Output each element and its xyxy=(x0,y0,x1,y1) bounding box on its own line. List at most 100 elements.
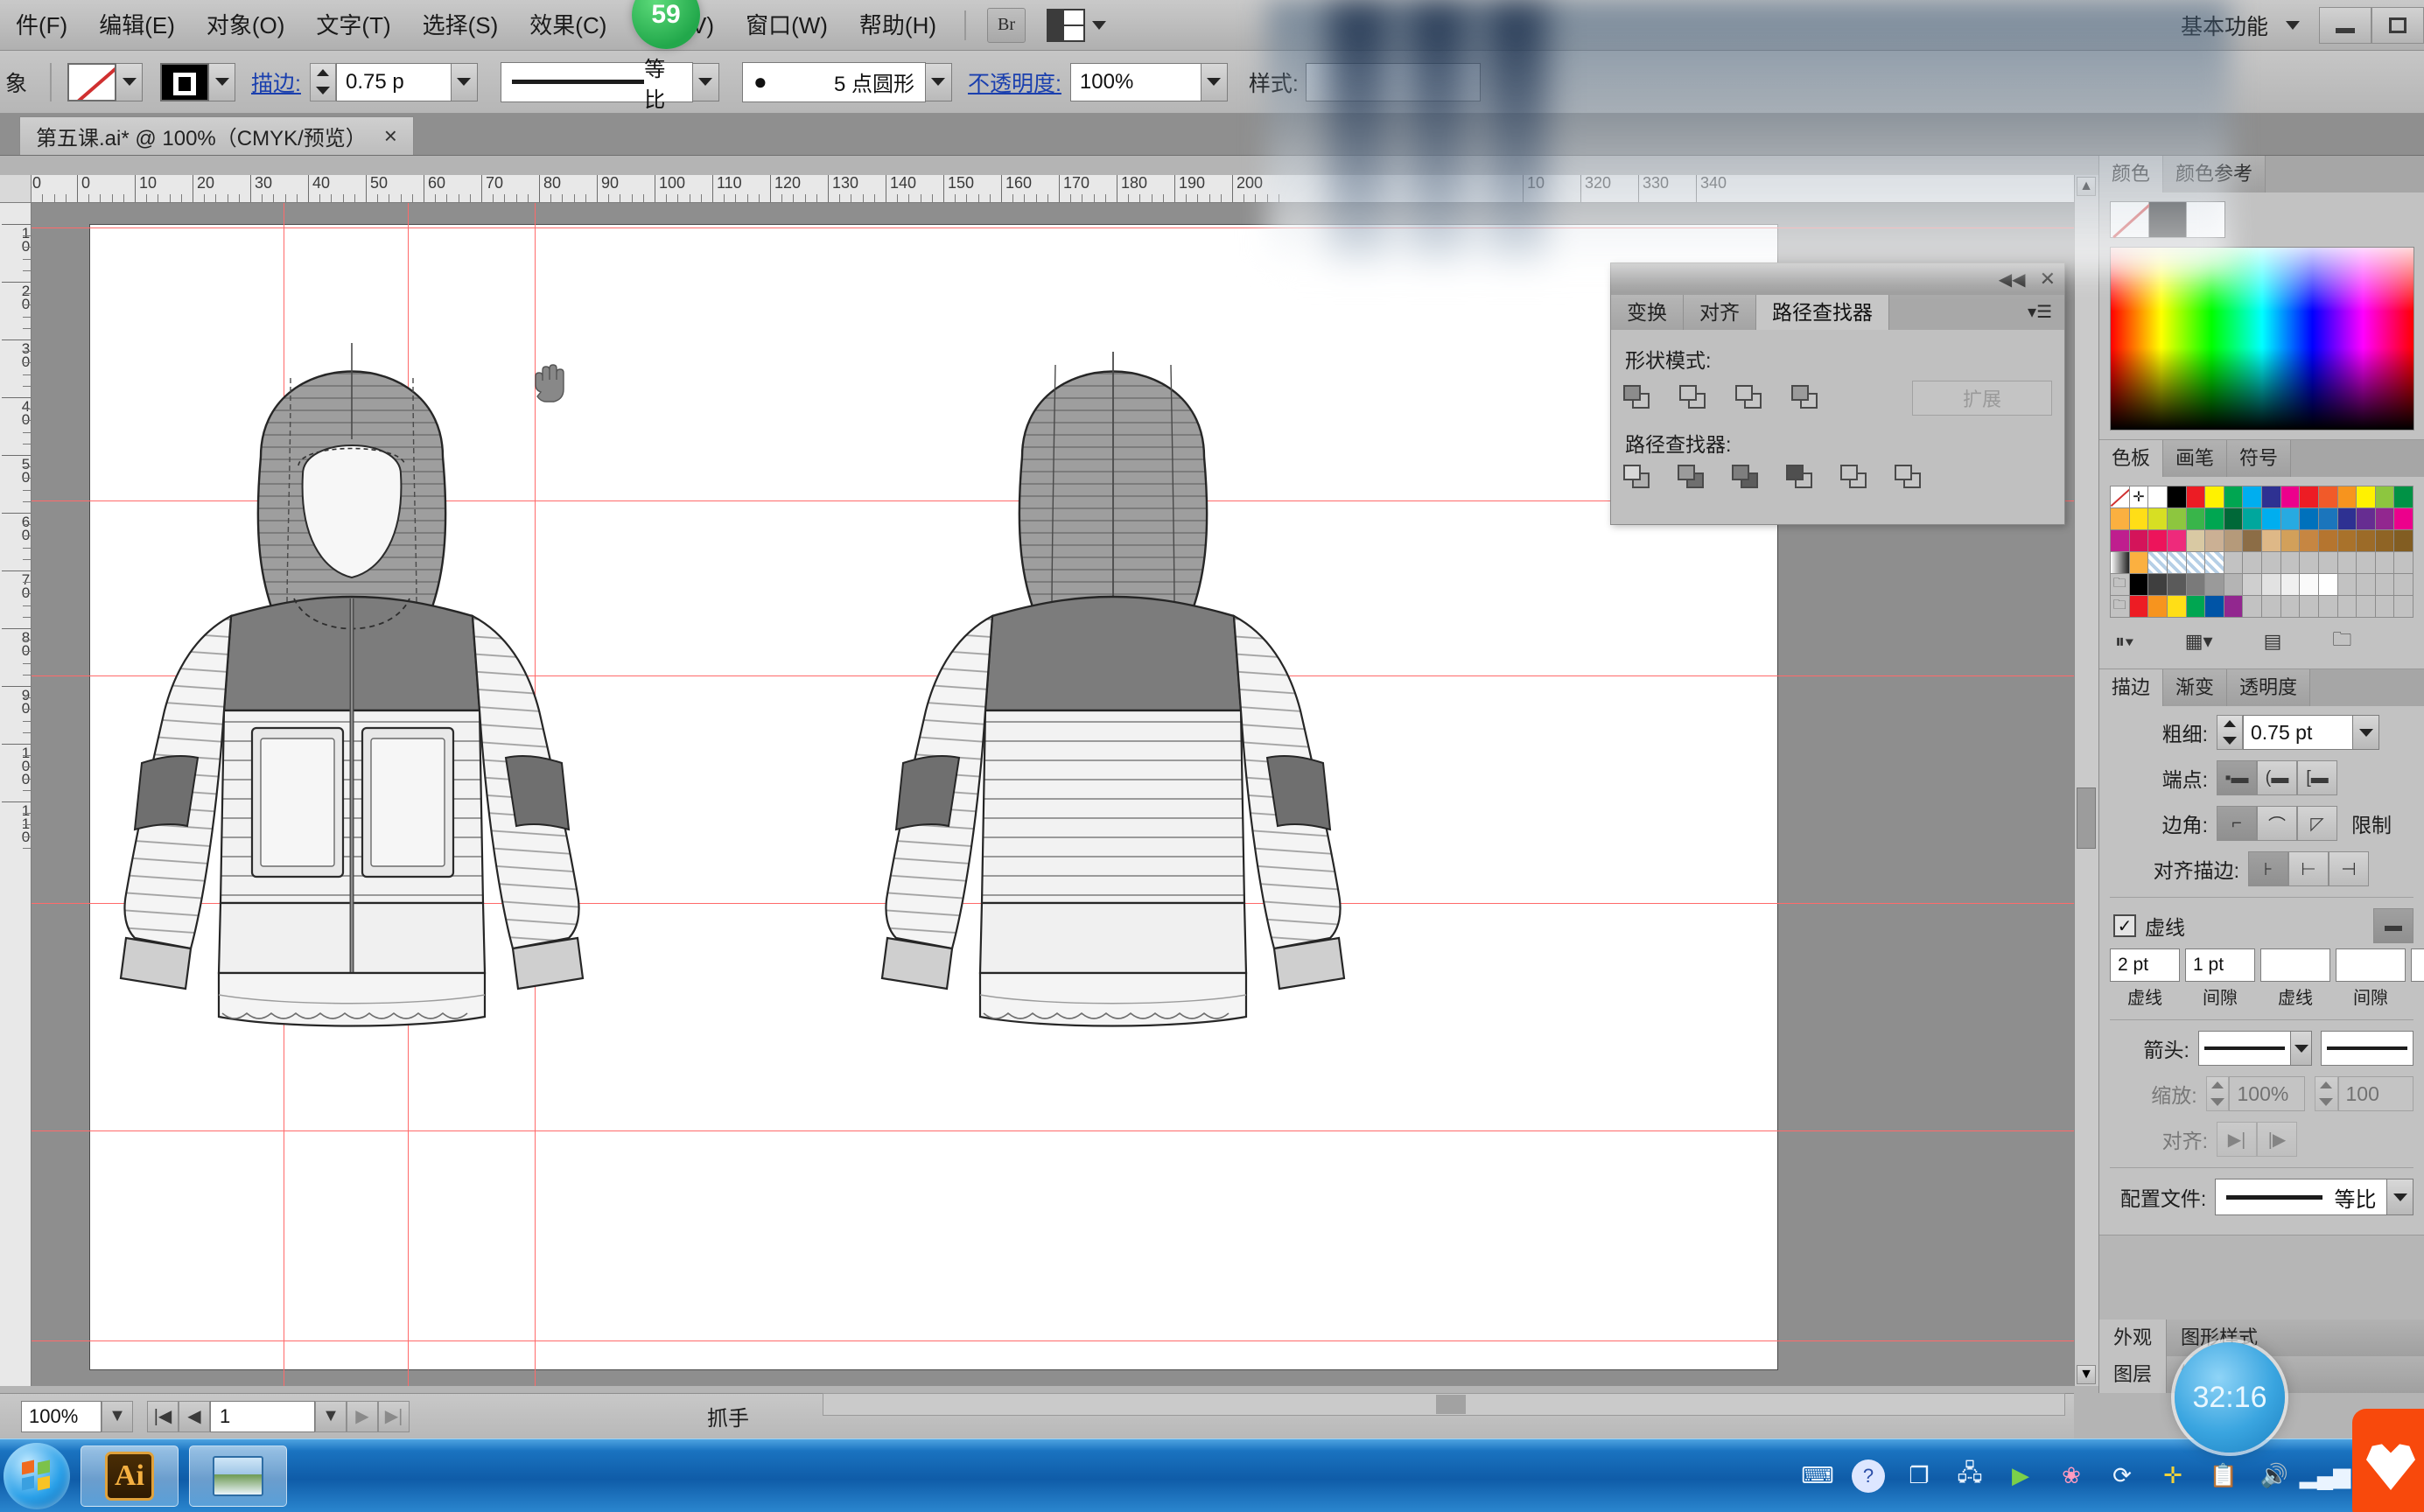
tab-stroke[interactable]: 描边 xyxy=(2099,669,2164,706)
arrow-scale-value-1[interactable]: 100% xyxy=(2229,1076,2305,1111)
opacity-input[interactable]: 100% xyxy=(1069,62,1201,102)
swatch-color[interactable] xyxy=(2357,596,2375,617)
exclude-icon[interactable] xyxy=(1791,385,1821,411)
horizontal-scroll-thumb[interactable] xyxy=(1436,1395,1466,1414)
swatch-pattern[interactable] xyxy=(2167,552,2186,573)
maximize-button[interactable] xyxy=(2371,6,2424,44)
tab-color-guide[interactable]: 颜色参考 xyxy=(2163,156,2266,192)
flower-icon[interactable]: ❀ xyxy=(2055,1460,2088,1493)
swatch-color[interactable] xyxy=(2394,486,2413,508)
stroke-weight-value[interactable]: 0.75 pt xyxy=(2243,715,2353,750)
round-cap-icon[interactable]: (▬ xyxy=(2257,760,2297,795)
volume-icon[interactable]: 🔊 xyxy=(2258,1460,2291,1493)
swatch-color[interactable] xyxy=(2262,486,2280,508)
menu-file[interactable]: 件(F) xyxy=(0,0,83,51)
butt-cap-icon[interactable]: ▪▬ xyxy=(2217,760,2257,795)
align-outside-stroke-icon[interactable]: ⊣ xyxy=(2329,851,2369,886)
current-tool-label[interactable]: 抓手 xyxy=(707,1401,749,1432)
tab-color[interactable]: 颜色 xyxy=(2099,156,2164,192)
minus-back-icon[interactable] xyxy=(1895,465,1924,491)
merge-icon[interactable] xyxy=(1732,465,1762,491)
help-icon[interactable]: ? xyxy=(1852,1459,1885,1493)
menu-help[interactable]: 帮助(H) xyxy=(844,0,952,51)
swatch-color[interactable] xyxy=(2318,508,2337,529)
minimize-button[interactable] xyxy=(2319,6,2371,44)
dash-value-1[interactable]: 2 pt xyxy=(2110,948,2180,982)
arrow-start-dropdown-icon[interactable] xyxy=(2290,1031,2313,1066)
close-icon[interactable]: × xyxy=(384,122,397,150)
swatch-color-group[interactable]: 🗀 xyxy=(2111,574,2129,595)
swatch-color[interactable] xyxy=(2394,552,2413,573)
swatch-color[interactable] xyxy=(2186,596,2205,617)
swatch-color[interactable] xyxy=(2262,552,2280,573)
taskbar-item-photo-viewer[interactable] xyxy=(189,1445,287,1507)
document-tab[interactable]: 第五课.ai* @ 100%（CMYK/预览） × xyxy=(19,116,414,155)
swatch-color[interactable] xyxy=(2167,530,2186,551)
swatch-color[interactable] xyxy=(2129,530,2148,551)
collapse-icon[interactable]: ◀◀ xyxy=(1999,269,2026,290)
zoom-dropdown-icon[interactable]: ▼ xyxy=(102,1400,133,1432)
new-color-group-icon[interactable]: 🗀 xyxy=(2332,625,2351,658)
width-profile-dropdown-icon[interactable] xyxy=(2387,1179,2413,1215)
swatch-color[interactable] xyxy=(2243,574,2261,595)
swatch-color[interactable] xyxy=(2224,530,2243,551)
vertical-scroll-thumb[interactable] xyxy=(2077,788,2096,849)
arrow-scale-value-2[interactable]: 100 xyxy=(2337,1076,2413,1111)
swatch-color[interactable] xyxy=(2148,596,2167,617)
network-share-icon[interactable]: 🖧 xyxy=(1953,1460,1986,1493)
swatch-color[interactable] xyxy=(2318,552,2337,573)
tab-swatches[interactable]: 色板 xyxy=(2099,440,2164,477)
swatch-color[interactable] xyxy=(2243,596,2261,617)
arrow-scale-stepper-1[interactable] xyxy=(2205,1076,2230,1111)
swatch-color[interactable] xyxy=(2148,486,2167,508)
swatch-pattern[interactable] xyxy=(2148,552,2167,573)
swatch-color[interactable] xyxy=(2129,552,2148,573)
black-swatch[interactable] xyxy=(2148,202,2188,237)
round-join-icon[interactable]: ⌒ xyxy=(2257,806,2297,841)
artboard-number-input[interactable]: 1 xyxy=(210,1400,315,1432)
swatch-color[interactable] xyxy=(2280,596,2300,617)
swatch-libraries-icon[interactable]: ⏸▾ xyxy=(2115,630,2134,653)
prev-artboard-button[interactable]: ◀ xyxy=(179,1400,210,1432)
next-artboard-button[interactable]: ▶ xyxy=(347,1400,378,1432)
swatch-color[interactable] xyxy=(2375,552,2394,573)
swatch-color[interactable] xyxy=(2111,508,2129,529)
none-swatch[interactable] xyxy=(2111,202,2151,239)
align-center-stroke-icon[interactable]: ⊦ xyxy=(2248,851,2288,886)
miter-join-icon[interactable]: ⌐ xyxy=(2217,806,2257,841)
swatch-color[interactable] xyxy=(2337,486,2357,508)
keyboard-icon[interactable]: ⌨ xyxy=(1801,1460,1834,1493)
swatch-color[interactable] xyxy=(2394,508,2413,529)
crop-icon[interactable] xyxy=(1786,465,1816,491)
swatch-color[interactable] xyxy=(2186,486,2205,508)
swatch-color[interactable] xyxy=(2243,530,2261,551)
taskbar-item-illustrator[interactable]: Ai xyxy=(81,1445,179,1507)
media-player-icon[interactable]: ▶ xyxy=(2004,1460,2037,1493)
swatch-color[interactable] xyxy=(2337,530,2357,551)
swatch-color[interactable] xyxy=(2129,574,2148,595)
swatch-none[interactable] xyxy=(2111,486,2129,508)
swatch-color[interactable] xyxy=(2318,596,2337,617)
swatch-color[interactable] xyxy=(2167,486,2186,508)
swatch-color[interactable] xyxy=(2205,574,2224,595)
swatch-color[interactable] xyxy=(2167,596,2186,617)
canvas-horizontal-scrollbar[interactable] xyxy=(823,1393,2065,1416)
swatch-color[interactable] xyxy=(2262,508,2280,529)
swatch-color[interactable] xyxy=(2337,552,2357,573)
width-profile-combo[interactable]: 等比 xyxy=(2215,1179,2388,1215)
swatch-color[interactable] xyxy=(2280,530,2300,551)
swatch-color[interactable] xyxy=(2262,574,2280,595)
last-artboard-button[interactable]: ▶| xyxy=(378,1400,410,1432)
swatch-color[interactable] xyxy=(2394,530,2413,551)
scroll-up-icon[interactable]: ▲ xyxy=(2077,177,2096,196)
tab-pathfinder[interactable]: 路径查找器 xyxy=(1756,295,1889,330)
stroke-weight-dropdown-icon[interactable] xyxy=(2353,715,2379,750)
tab-gradient[interactable]: 渐变 xyxy=(2163,669,2228,706)
menu-type[interactable]: 文字(T) xyxy=(300,0,406,51)
swatch-color[interactable] xyxy=(2375,530,2394,551)
stack-icon[interactable]: ❐ xyxy=(1902,1460,1936,1493)
swatch-color[interactable] xyxy=(2318,574,2337,595)
workspace-switcher-label[interactable]: 基本功能 xyxy=(2181,10,2268,41)
swatch-color[interactable] xyxy=(2357,508,2375,529)
projecting-cap-icon[interactable]: [▬ xyxy=(2297,760,2337,795)
